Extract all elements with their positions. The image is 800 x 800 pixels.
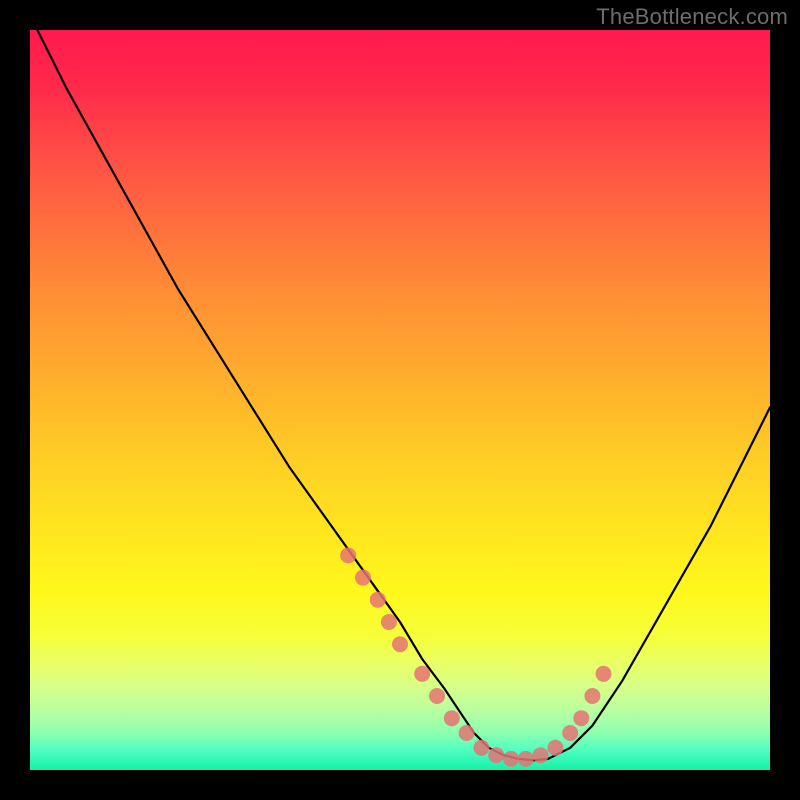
curve-layer	[30, 30, 770, 770]
marker-dot	[533, 747, 549, 763]
marker-dot	[414, 666, 430, 682]
marker-dot	[355, 570, 371, 586]
marker-dot	[370, 592, 386, 608]
chart-frame: TheBottleneck.com	[0, 0, 800, 800]
plot-area	[30, 30, 770, 770]
marker-dot	[444, 710, 460, 726]
marker-dot	[562, 725, 578, 741]
marker-dot	[518, 751, 534, 767]
marker-dot	[488, 747, 504, 763]
marker-dot	[503, 751, 519, 767]
marker-dot	[340, 547, 356, 563]
marker-dot	[392, 636, 408, 652]
marker-dot	[573, 710, 589, 726]
marker-dot	[547, 740, 563, 756]
marker-dot	[584, 688, 600, 704]
marker-dot	[459, 725, 475, 741]
marker-dot	[429, 688, 445, 704]
marker-dot	[473, 740, 489, 756]
marker-dot	[381, 614, 397, 630]
watermark-text: TheBottleneck.com	[596, 4, 788, 30]
marker-dot	[596, 666, 612, 682]
